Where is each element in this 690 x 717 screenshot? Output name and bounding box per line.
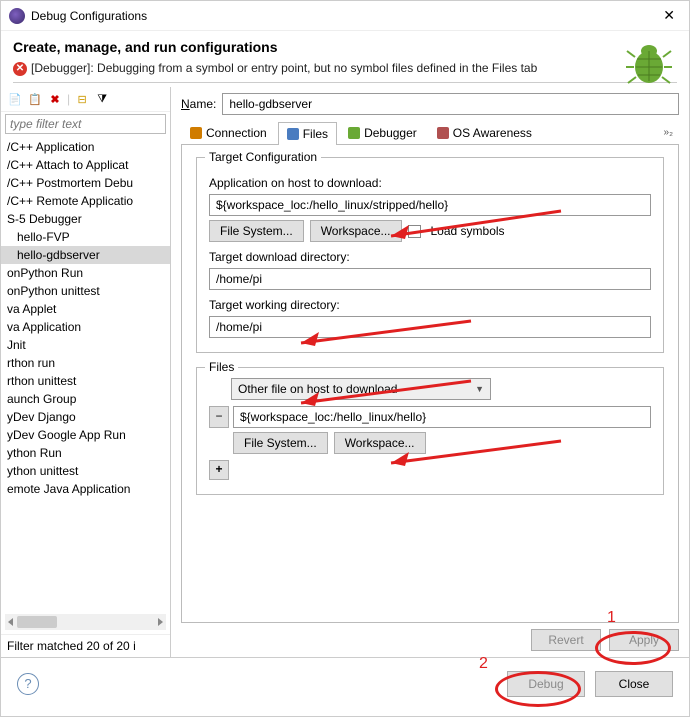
delete-config-icon[interactable]: ✖ bbox=[47, 91, 63, 107]
filter-icon[interactable]: ⧩ bbox=[94, 91, 110, 107]
collapse-all-icon[interactable]: ⊟ bbox=[74, 91, 90, 107]
left-toolbar: 📄 📋 ✖ | ⊟ ⧩ bbox=[1, 87, 170, 112]
tree-item[interactable]: hello-gdbserver bbox=[1, 246, 170, 264]
file-row-input[interactable] bbox=[233, 406, 651, 428]
working-dir-label: Target working directory: bbox=[209, 298, 651, 312]
bug-icon bbox=[625, 37, 673, 85]
tree-item[interactable]: va Application bbox=[1, 318, 170, 336]
tree-item[interactable]: /C++ Remote Applicatio bbox=[1, 192, 170, 210]
tree-item[interactable]: emote Java Application bbox=[1, 480, 170, 498]
app-on-host-input[interactable] bbox=[209, 194, 651, 216]
download-dir-label: Target download directory: bbox=[209, 250, 651, 264]
filter-input[interactable] bbox=[5, 114, 166, 134]
config-tree[interactable]: /C++ Application/C++ Attach to Applicat/… bbox=[1, 136, 170, 610]
debug-button[interactable]: Debug bbox=[507, 671, 585, 697]
workspace-button[interactable]: Workspace... bbox=[310, 220, 402, 242]
tab-debugger[interactable]: Debugger bbox=[339, 121, 426, 144]
connection-icon bbox=[190, 127, 202, 139]
eclipse-icon bbox=[9, 8, 25, 24]
duplicate-config-icon[interactable]: 📋 bbox=[27, 91, 43, 107]
horizontal-scrollbar[interactable] bbox=[5, 614, 166, 630]
tree-item[interactable]: ython Run bbox=[1, 444, 170, 462]
page-title: Create, manage, and run configurations bbox=[13, 39, 677, 55]
tree-item[interactable]: onPython Run bbox=[1, 264, 170, 282]
tab-label: OS Awareness bbox=[453, 126, 532, 140]
tree-item[interactable]: aunch Group bbox=[1, 390, 170, 408]
tab-label: Debugger bbox=[364, 126, 417, 140]
files-icon bbox=[287, 128, 299, 140]
tab-bar: Connection Files Debugger OS Awareness »₂ bbox=[181, 121, 679, 145]
tree-item[interactable]: rthon unittest bbox=[1, 372, 170, 390]
debugger-icon bbox=[348, 127, 360, 139]
tree-item[interactable]: ython unittest bbox=[1, 462, 170, 480]
tree-item[interactable]: yDev Google App Run bbox=[1, 426, 170, 444]
load-symbols-label: Load symbols bbox=[431, 224, 505, 238]
close-button[interactable]: Close bbox=[595, 671, 673, 697]
tabs-overflow-button[interactable]: »₂ bbox=[658, 127, 679, 138]
files-panel: Target Configuration Application on host… bbox=[181, 145, 679, 623]
filter-status: Filter matched 20 of 20 i bbox=[1, 634, 170, 657]
tab-os-awareness[interactable]: OS Awareness bbox=[428, 121, 541, 144]
tree-item[interactable]: onPython unittest bbox=[1, 282, 170, 300]
error-message: [Debugger]: Debugging from a symbol or e… bbox=[31, 61, 537, 75]
tree-item[interactable]: /C++ Attach to Applicat bbox=[1, 156, 170, 174]
revert-button[interactable]: Revert bbox=[531, 629, 601, 651]
help-button[interactable]: ? bbox=[17, 673, 39, 695]
tree-item[interactable]: yDev Django bbox=[1, 408, 170, 426]
apply-button[interactable]: Apply bbox=[609, 629, 679, 651]
chevron-down-icon: ▼ bbox=[475, 384, 484, 394]
tree-item[interactable]: Jnit bbox=[1, 336, 170, 354]
tab-connection[interactable]: Connection bbox=[181, 121, 276, 144]
load-symbols-checkbox[interactable] bbox=[408, 225, 421, 238]
working-dir-input[interactable] bbox=[209, 316, 651, 338]
tree-item[interactable]: hello-FVP bbox=[1, 228, 170, 246]
error-icon: ✕ bbox=[13, 62, 27, 76]
tree-item[interactable]: S-5 Debugger bbox=[1, 210, 170, 228]
name-input[interactable] bbox=[222, 93, 679, 115]
files-group-title: Files bbox=[205, 360, 238, 374]
tree-item[interactable]: /C++ Postmortem Debu bbox=[1, 174, 170, 192]
os-awareness-icon bbox=[437, 127, 449, 139]
file-type-select-value: Other file on host to download bbox=[238, 382, 397, 396]
new-config-icon[interactable]: 📄 bbox=[7, 91, 23, 107]
target-config-group-title: Target Configuration bbox=[205, 150, 321, 164]
tab-files[interactable]: Files bbox=[278, 122, 337, 145]
file-type-select[interactable]: Other file on host to download ▼ bbox=[231, 378, 491, 400]
name-label: Name: bbox=[181, 97, 216, 111]
app-on-host-label: Application on host to download: bbox=[209, 176, 651, 190]
download-dir-input[interactable] bbox=[209, 268, 651, 290]
window-close-button[interactable]: ✕ bbox=[657, 7, 681, 24]
window-title: Debug Configurations bbox=[31, 9, 657, 23]
collapse-row-button[interactable]: − bbox=[209, 406, 229, 428]
file-system-button-2[interactable]: File System... bbox=[233, 432, 328, 454]
tree-item[interactable]: rthon run bbox=[1, 354, 170, 372]
tab-label: Files bbox=[303, 127, 328, 141]
file-system-button[interactable]: File System... bbox=[209, 220, 304, 242]
tree-item[interactable]: va Applet bbox=[1, 300, 170, 318]
tree-item[interactable]: /C++ Application bbox=[1, 138, 170, 156]
workspace-button-2[interactable]: Workspace... bbox=[334, 432, 426, 454]
add-file-button[interactable]: + bbox=[209, 460, 229, 480]
tab-label: Connection bbox=[206, 126, 267, 140]
